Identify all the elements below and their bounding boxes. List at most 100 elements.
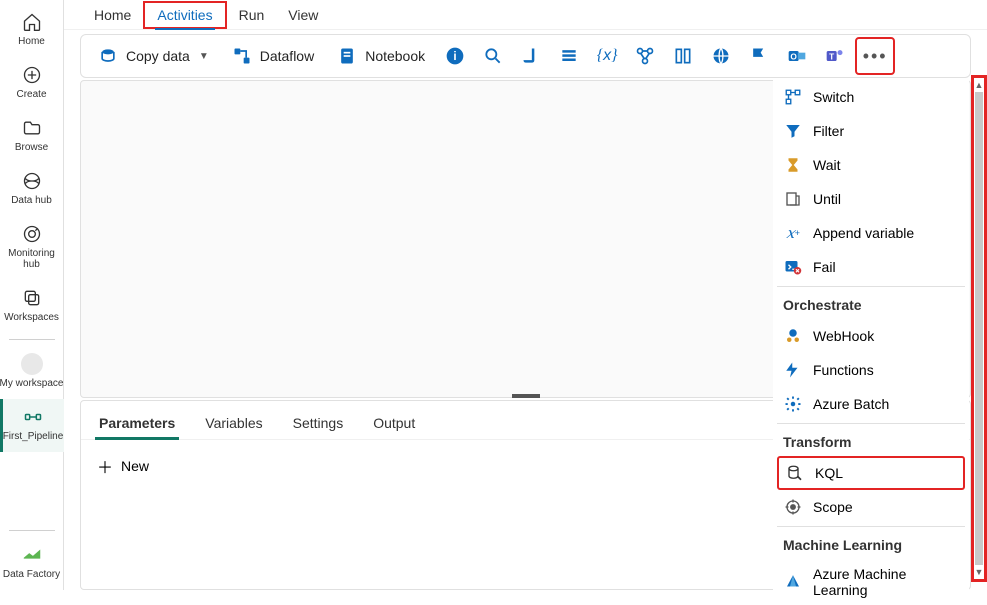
append-var-icon: 𝑥+ bbox=[783, 223, 803, 243]
tab-variables[interactable]: Variables bbox=[201, 407, 266, 439]
tab-view[interactable]: View bbox=[276, 3, 330, 27]
dd-separator bbox=[777, 423, 965, 424]
dd-label: Wait bbox=[813, 157, 840, 173]
notebook-button[interactable]: Notebook bbox=[326, 38, 435, 74]
dd-item-filter[interactable]: Filter bbox=[773, 114, 969, 148]
tab-settings[interactable]: Settings bbox=[289, 407, 348, 439]
dataflow-icon bbox=[231, 45, 253, 67]
functions-icon bbox=[783, 360, 803, 380]
nav-label: Create bbox=[16, 89, 46, 100]
svg-text:T: T bbox=[829, 51, 834, 61]
more-icon: ••• bbox=[863, 46, 888, 67]
nav-item-workspaces[interactable]: Workspaces bbox=[0, 280, 64, 333]
scroll-up-button[interactable]: ▲ bbox=[974, 78, 984, 92]
dd-label: Until bbox=[813, 191, 841, 207]
nav-item-datafactory[interactable]: Data Factory bbox=[0, 537, 64, 590]
tab-parameters[interactable]: Parameters bbox=[95, 407, 179, 439]
pipeline-flow-icon bbox=[634, 45, 656, 67]
dd-label: Azure Machine Learning bbox=[813, 566, 959, 598]
variable-button[interactable]: {x} bbox=[589, 38, 625, 74]
nav-item-pipeline[interactable]: First_Pipeline bbox=[0, 399, 64, 452]
avatar-icon bbox=[20, 352, 44, 376]
copydata-label: Copy data bbox=[126, 48, 190, 64]
dd-item-scope[interactable]: Scope bbox=[773, 490, 969, 524]
lookup-button[interactable] bbox=[475, 38, 511, 74]
dd-item-until[interactable]: Until bbox=[773, 182, 969, 216]
dd-item-azurebatch[interactable]: Azure Batch bbox=[773, 387, 969, 421]
nav-label: Browse bbox=[15, 142, 48, 153]
dataflow-label: Dataflow bbox=[260, 48, 314, 64]
script-icon bbox=[520, 45, 542, 67]
activities-dropdown: Switch Filter Wait Until 𝑥+Append variab… bbox=[773, 80, 969, 605]
nav-divider bbox=[9, 339, 55, 340]
web-button[interactable] bbox=[703, 38, 739, 74]
dd-label: Azure Batch bbox=[813, 396, 889, 412]
teams-button[interactable]: T bbox=[817, 38, 853, 74]
dd-item-webhook[interactable]: WebHook bbox=[773, 319, 969, 353]
hourglass-icon bbox=[783, 155, 803, 175]
activities-toolbar: Copy data ▼ Dataflow Notebook i {x} O T … bbox=[80, 34, 971, 78]
scroll-down-button[interactable]: ▼ bbox=[974, 565, 984, 579]
scroll-thumb[interactable] bbox=[975, 92, 983, 565]
kql-icon bbox=[785, 463, 805, 483]
dd-separator bbox=[777, 526, 965, 527]
nav-item-datahub[interactable]: Data hub bbox=[0, 163, 64, 216]
tab-output[interactable]: Output bbox=[369, 407, 419, 439]
tab-home[interactable]: Home bbox=[82, 3, 143, 27]
script-button[interactable] bbox=[513, 38, 549, 74]
new-parameter-button[interactable]: ＋ New bbox=[81, 440, 165, 492]
folder-icon bbox=[20, 116, 44, 140]
scrollbar-highlight: ▲ ▼ bbox=[971, 75, 987, 582]
nav-label: Workspaces bbox=[4, 312, 59, 323]
nav-item-myworkspace[interactable]: My workspace bbox=[0, 346, 64, 399]
info-icon: i bbox=[444, 45, 466, 67]
dd-header-ml: Machine Learning bbox=[773, 529, 969, 559]
dd-label: Functions bbox=[813, 362, 874, 378]
monitoring-icon bbox=[20, 222, 44, 246]
notebook-label: Notebook bbox=[365, 48, 425, 64]
tab-run[interactable]: Run bbox=[227, 3, 277, 27]
nav-item-home[interactable]: Home bbox=[0, 4, 64, 57]
list-icon bbox=[558, 45, 580, 67]
invoke-button[interactable] bbox=[627, 38, 663, 74]
dd-item-azureml[interactable]: Azure Machine Learning bbox=[773, 559, 969, 605]
azureml-icon bbox=[783, 572, 803, 592]
nav-divider bbox=[9, 530, 55, 531]
outlook-button[interactable]: O bbox=[779, 38, 815, 74]
flag-button[interactable] bbox=[741, 38, 777, 74]
copydata-icon bbox=[97, 45, 119, 67]
dd-item-appendvar[interactable]: 𝑥+Append variable bbox=[773, 216, 969, 250]
nav-item-create[interactable]: Create bbox=[0, 57, 64, 110]
dd-label: Filter bbox=[813, 123, 844, 139]
dd-label: Fail bbox=[813, 259, 836, 275]
variable-icon: {x} bbox=[596, 45, 618, 67]
tab-activities[interactable]: Activities bbox=[143, 1, 226, 29]
main-area: Home Activities Run View Copy data ▼ Dat… bbox=[64, 0, 987, 590]
nav-item-monitoring[interactable]: Monitoring hub bbox=[0, 216, 64, 280]
dd-item-fail[interactable]: Fail bbox=[773, 250, 969, 284]
gear-icon bbox=[783, 394, 803, 414]
foreach-button[interactable] bbox=[665, 38, 701, 74]
dd-item-switch[interactable]: Switch bbox=[773, 80, 969, 114]
dd-item-functions[interactable]: Functions bbox=[773, 353, 969, 387]
dataflow-button[interactable]: Dataflow bbox=[221, 38, 324, 74]
dd-label: Scope bbox=[813, 499, 853, 515]
nav-item-browse[interactable]: Browse bbox=[0, 110, 64, 163]
new-label: New bbox=[121, 458, 149, 474]
dd-item-kql[interactable]: KQL bbox=[777, 456, 965, 490]
info-button[interactable]: i bbox=[437, 38, 473, 74]
dd-item-wait[interactable]: Wait bbox=[773, 148, 969, 182]
outlook-icon: O bbox=[786, 45, 808, 67]
teams-icon: T bbox=[824, 45, 846, 67]
foreach-icon bbox=[672, 45, 694, 67]
more-activities-button[interactable]: ••• bbox=[855, 37, 895, 75]
nav-label: My workspace bbox=[0, 378, 63, 389]
datafactory-icon bbox=[20, 543, 44, 567]
copydata-button[interactable]: Copy data ▼ bbox=[87, 38, 219, 74]
fail-icon bbox=[783, 257, 803, 277]
resize-handle[interactable] bbox=[512, 394, 540, 398]
nav-label: Home bbox=[18, 36, 45, 47]
sproc-button[interactable] bbox=[551, 38, 587, 74]
search-icon bbox=[482, 45, 504, 67]
notebook-icon bbox=[336, 45, 358, 67]
